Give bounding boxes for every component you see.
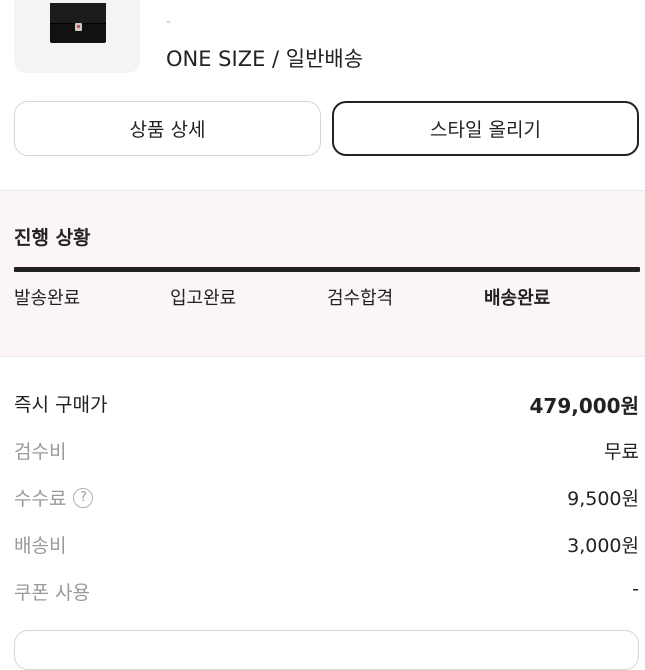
product-detail-button[interactable]: 상품 상세 [14,101,321,156]
step-delivered: 배송완료 [484,288,551,309]
fee-label: 수수료 [14,488,67,510]
status-title: 진행 상황 [14,227,91,249]
fee-value: 9,500원 [567,488,639,510]
inspection-fee-label: 검수비 [14,441,67,463]
bag-logo-patch [75,23,82,31]
progress-status-section: 진행 상황 발송완료 입고완료 검수합격 배송완료 [0,190,645,357]
bottom-card [14,630,639,670]
fee-row: 수수료 ? [14,484,94,511]
bag-flap [50,3,106,24]
buy-now-price-label: 즉시 구매가 [14,394,108,416]
shipping-fee-value: 3,000원 [567,535,639,557]
question-circle-icon[interactable]: ? [73,487,94,508]
coupon-label: 쿠폰 사용 [14,582,90,604]
product-image[interactable] [14,0,140,73]
coupon-value: - [632,578,639,600]
step-shipped: 발송완료 [14,288,81,309]
upload-style-button[interactable]: 스타일 올리기 [332,101,639,156]
product-name-cut: - [166,14,172,30]
buy-now-price-value: 479,000원 [529,394,640,418]
step-received: 입고완료 [170,288,237,309]
step-inspection-passed: 검수합격 [327,288,394,309]
product-option: ONE SIZE / 일반배송 [166,47,364,71]
inspection-fee-value: 무료 [604,441,639,463]
progress-bar [14,267,640,272]
shipping-fee-label: 배송비 [14,535,67,557]
